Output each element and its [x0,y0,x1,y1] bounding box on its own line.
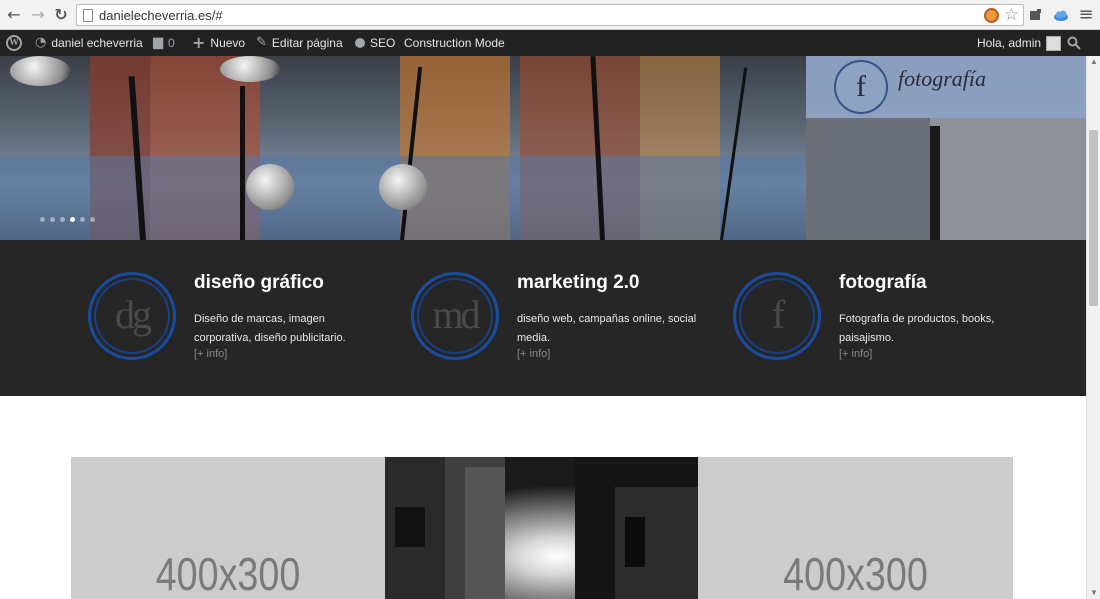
hero-slider[interactable]: f fotografía [0,56,1086,240]
comment-icon: ▆ [153,35,163,50]
account-menu[interactable]: Hola, admin [977,30,1062,56]
new-content-link[interactable]: + Nuevo [192,30,245,56]
cloud-icon[interactable] [1053,7,1069,23]
city-street-photo [385,457,698,599]
seo-label: SEO [370,36,396,50]
page-scrollbar[interactable]: ▲ ▼ [1086,56,1100,599]
hero-lamp [220,56,280,82]
address-bar[interactable]: danielecheverria.es/# ☆ [76,4,1024,26]
slider-dot[interactable] [60,217,65,222]
hero-badge-monogram: f [834,60,888,114]
browser-toolbar: ← → ↻ danielecheverria.es/# ☆ ≡ [0,0,1100,30]
service-card-fotografia: f fotografía Fotografía de productos, bo… [733,240,1055,396]
plus-icon: + [192,33,206,52]
service-description: diseño web, campañas online, social medi… [517,313,697,344]
portfolio-gallery: 400x300 400x300 [71,457,1013,599]
adminbar-search-button[interactable] [1067,30,1081,56]
service-monogram: f [771,292,785,337]
gallery-placeholder-right[interactable]: 400x300 [698,457,1013,599]
wordpress-icon: W [6,35,22,51]
hero-badge-text: fotografía [898,66,987,91]
service-title: diseño gráfico [194,272,324,293]
greeting: Hola, admin [977,36,1042,50]
edit-page-link[interactable]: ✎ Editar página [256,30,343,56]
wp-admin-bar: W ◔ daniel echeverria ▆ 0 + Nuevo ✎ Edit… [0,30,1100,56]
placeholder-label: 400x300 [155,548,301,599]
service-description: Diseño de marcas, imagen corporativa, di… [194,313,346,344]
comments-count: 0 [168,36,175,50]
search-icon [1067,36,1081,50]
slider-dot[interactable] [50,217,55,222]
edit-label: Editar página [271,36,343,50]
url-text: danielecheverria.es/# [99,8,223,23]
placeholder-label: 400x300 [783,548,928,599]
page-icon [83,9,93,22]
scroll-thumb[interactable] [1089,130,1098,306]
slider-dot[interactable] [90,217,95,222]
hero-lamp [379,164,427,210]
service-monogram: md [432,292,480,337]
reload-icon[interactable]: ↻ [51,5,71,25]
avatar [1046,35,1062,51]
service-card-diseno: dg diseño gráfico Diseño de marcas, imag… [88,240,410,396]
hero-lamp [246,164,294,210]
puzzle-extension-icon[interactable] [1028,7,1044,23]
service-card-marketing: md marketing 2.0 diseño web, campañas on… [411,240,733,396]
hero-pole [930,126,940,240]
site-name: daniel echeverria [51,36,143,50]
slider-dot[interactable] [80,217,85,222]
back-icon[interactable]: ← [4,5,24,25]
service-description: Fotografía de productos, books, paisajis… [839,313,995,344]
hero-lamp [10,56,70,86]
extension-icon[interactable] [984,8,999,23]
construction-mode-link[interactable]: Construction Mode [404,30,505,56]
hero-panel [930,118,1086,240]
seo-link[interactable]: SEO [355,30,395,56]
service-title: fotografía [839,272,927,293]
service-more-info-link[interactable]: [+ info] [194,348,227,360]
scroll-up-icon[interactable]: ▲ [1087,56,1100,68]
construction-label: Construction Mode [404,36,505,50]
scroll-down-icon[interactable]: ▼ [1087,587,1100,599]
slider-dot[interactable] [40,217,45,222]
seo-status-icon [355,38,365,48]
service-more-info-link[interactable]: [+ info] [517,348,550,360]
service-monogram: dg [115,292,152,337]
dashboard-icon: ◔ [35,35,47,50]
chrome-menu-icon[interactable]: ≡ [1076,5,1096,25]
comments-link[interactable]: ▆ 0 [153,30,175,56]
services-section: dg diseño gráfico Diseño de marcas, imag… [0,240,1086,396]
gallery-photo-city[interactable] [385,457,698,599]
slider-dots [40,217,95,222]
service-title: marketing 2.0 [517,272,640,293]
service-more-info-link[interactable]: [+ info] [839,348,872,360]
forward-icon[interactable]: → [28,5,48,25]
wp-logo-button[interactable]: W [6,30,22,56]
hero-lamp-post [240,86,245,240]
site-name-link[interactable]: ◔ daniel echeverria [35,30,143,56]
slider-dot-active[interactable] [70,217,75,222]
gallery-placeholder-left[interactable]: 400x300 [71,457,385,599]
new-label: Nuevo [210,36,246,50]
pencil-icon: ✎ [256,35,267,50]
bookmark-star-icon[interactable]: ☆ [1004,5,1019,25]
